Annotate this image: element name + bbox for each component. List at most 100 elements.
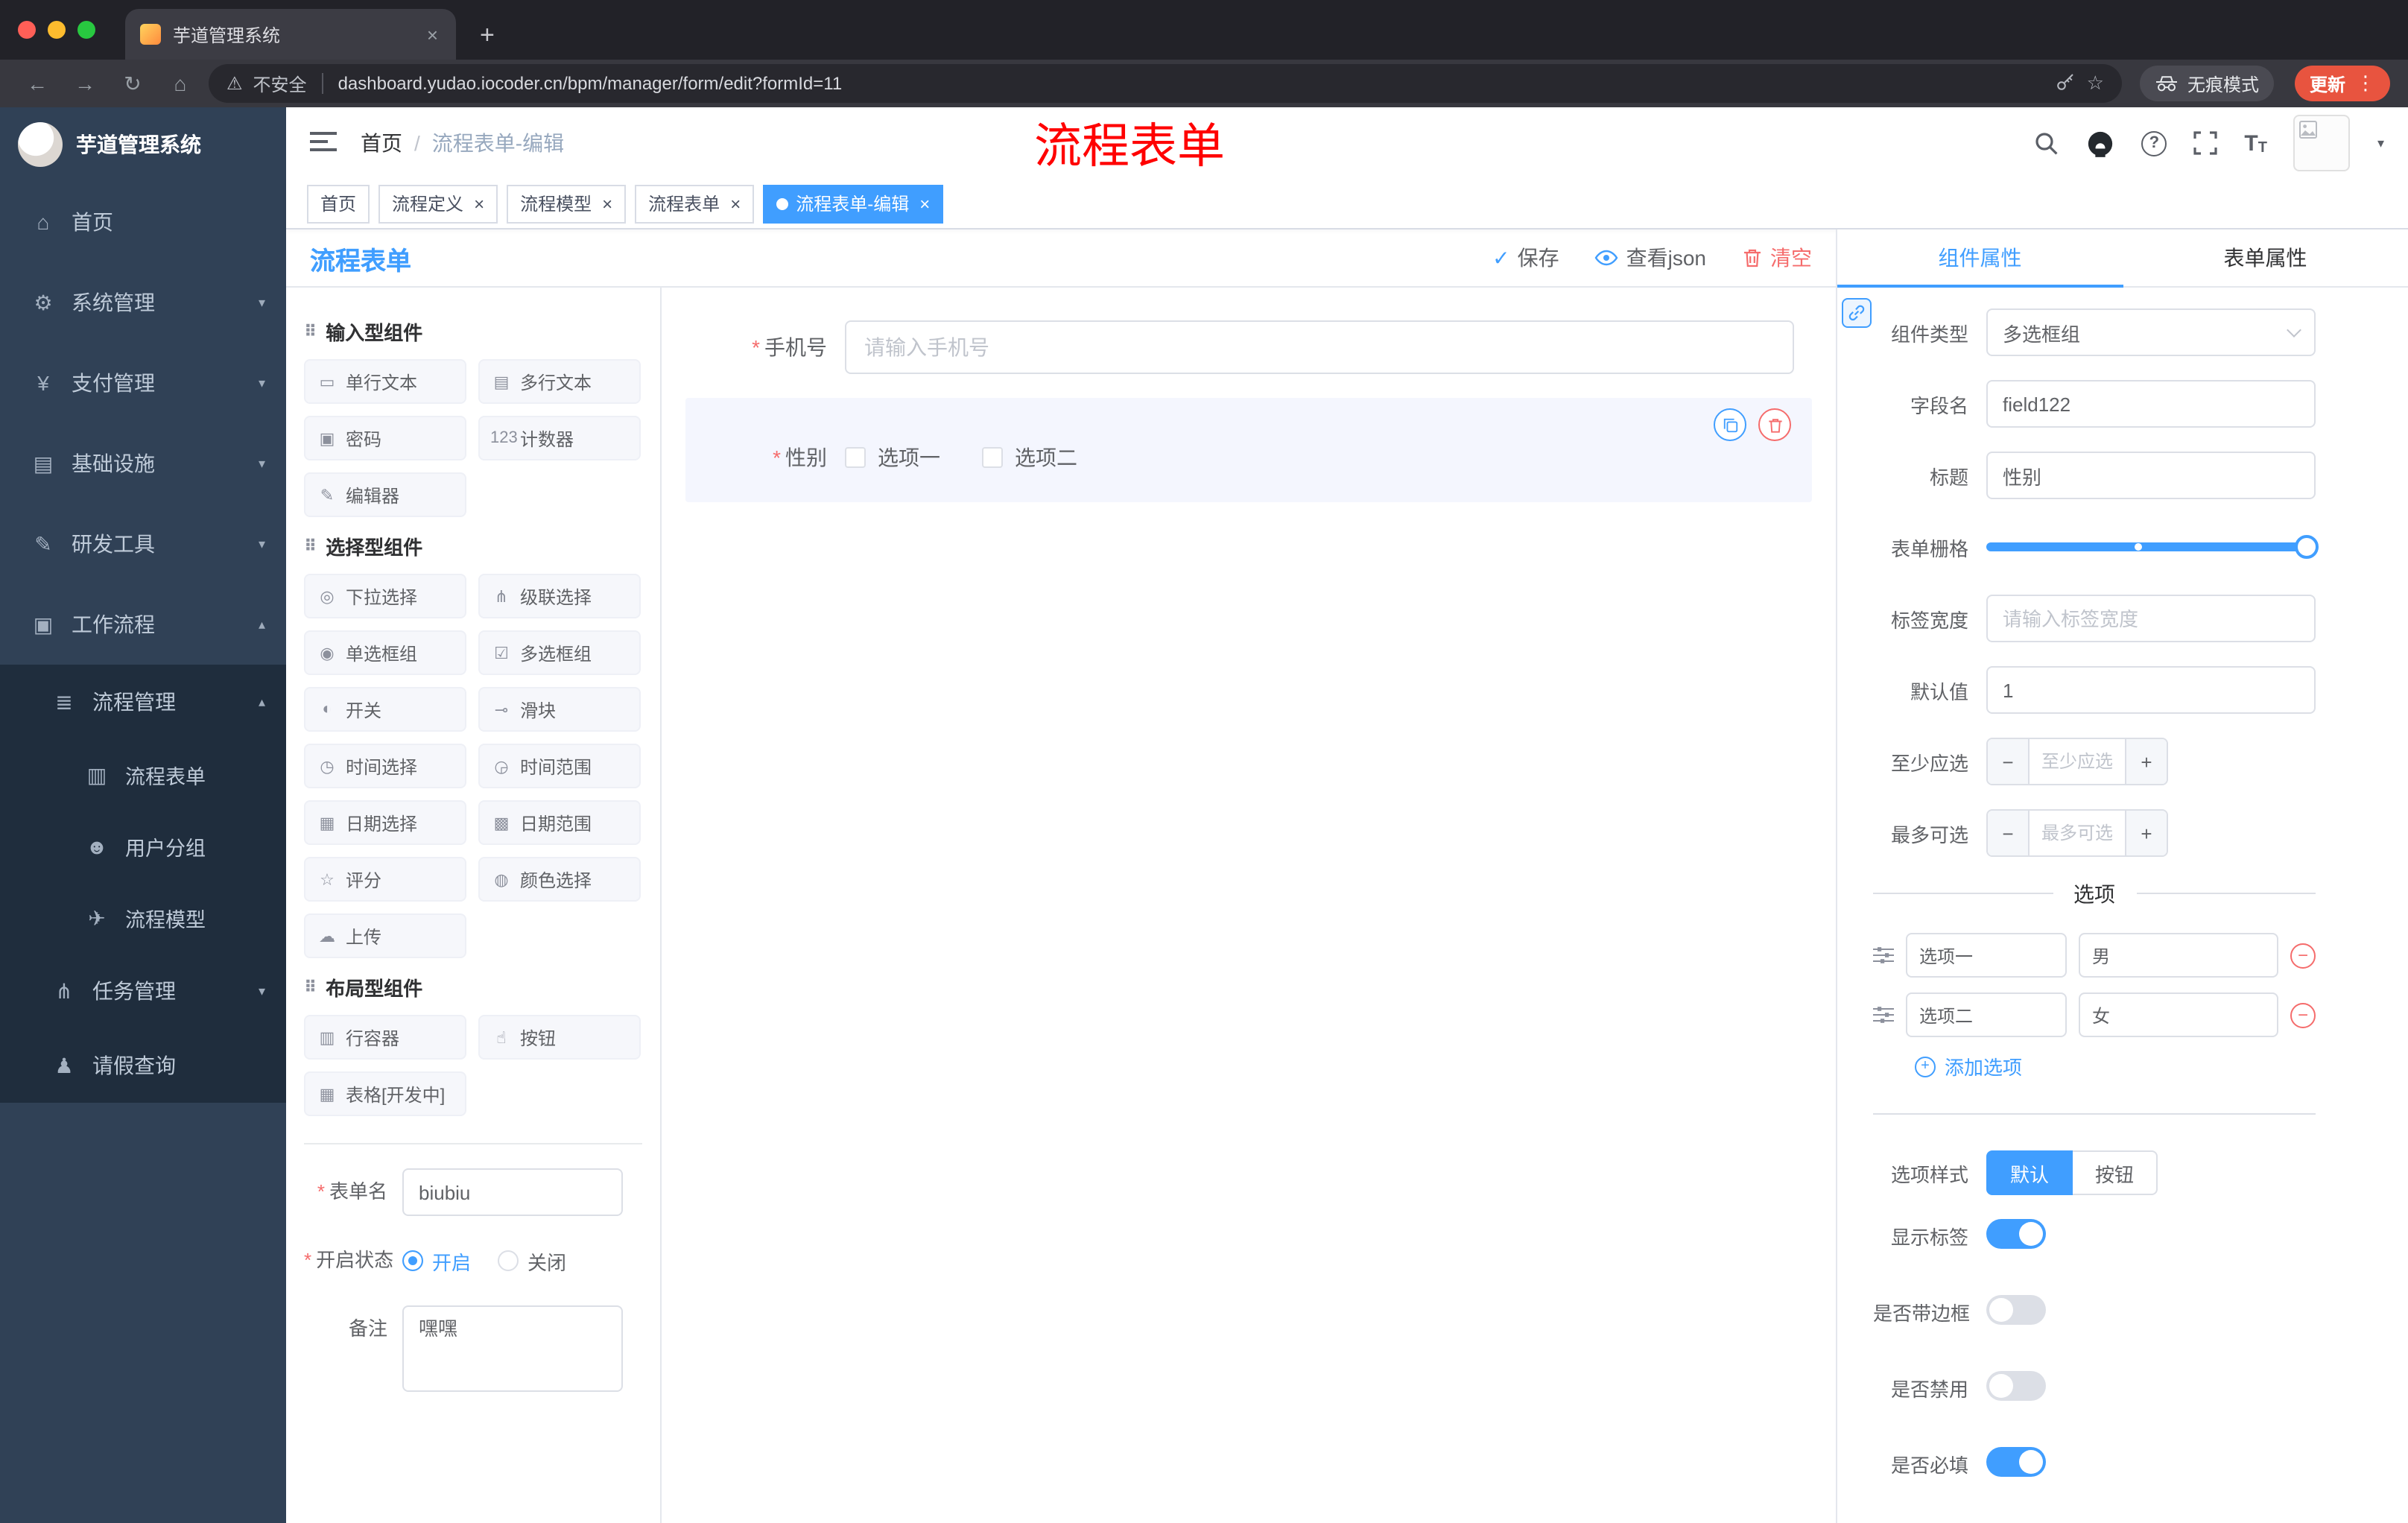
grid-slider[interactable] bbox=[1986, 523, 2319, 571]
increase-button[interactable]: + bbox=[2125, 739, 2167, 784]
password-key-icon[interactable] bbox=[2056, 71, 2076, 96]
sidebar-item[interactable]: ✎ 研发工具 ▾ bbox=[0, 504, 286, 584]
sidebar-item[interactable]: ▣ 工作流程 ▴ bbox=[0, 584, 286, 665]
update-browser-button[interactable]: 更新 ⋮ bbox=[2294, 66, 2390, 101]
zoom-window-button[interactable] bbox=[77, 21, 95, 39]
new-tab-button[interactable]: + bbox=[480, 21, 495, 51]
page-tab[interactable]: 首页 bbox=[307, 184, 370, 223]
palette-component[interactable]: ▩ 日期范围 bbox=[478, 800, 641, 845]
phone-input[interactable] bbox=[845, 320, 1794, 374]
page-tab[interactable]: 流程模型 × bbox=[507, 184, 627, 223]
page-tab[interactable]: 流程定义 × bbox=[378, 184, 498, 223]
tab-close-icon[interactable]: × bbox=[424, 23, 441, 45]
browser-menu-icon[interactable]: ⋮ bbox=[2356, 72, 2375, 95]
delete-field-button[interactable] bbox=[1758, 408, 1791, 441]
palette-component[interactable]: ▥ 行容器 bbox=[304, 1015, 466, 1060]
sidebar-item[interactable]: ✈ 流程模型 bbox=[0, 882, 286, 954]
min-select-input[interactable] bbox=[2030, 739, 2125, 784]
breadcrumb-root[interactable]: 首页 bbox=[361, 128, 402, 158]
palette-component[interactable]: ◍ 颜色选择 bbox=[478, 857, 641, 902]
remove-option-icon[interactable]: − bbox=[2290, 943, 2316, 968]
drag-handle-icon[interactable] bbox=[1873, 1006, 1894, 1024]
palette-component[interactable]: ◷ 时间选择 bbox=[304, 744, 466, 788]
github-icon[interactable] bbox=[2086, 129, 2114, 157]
reload-icon[interactable]: ↻ bbox=[113, 71, 152, 96]
sidebar-item[interactable]: ☻ 用户分组 bbox=[0, 811, 286, 882]
form-remark-textarea[interactable]: 嘿嘿 bbox=[402, 1305, 623, 1392]
option-value-input[interactable] bbox=[2079, 933, 2278, 978]
view-json-button[interactable]: 查看json bbox=[1595, 243, 1706, 273]
tab-close-icon[interactable]: × bbox=[727, 194, 741, 212]
increase-button[interactable]: + bbox=[2125, 811, 2167, 855]
palette-component[interactable]: ◶ 时间范围 bbox=[478, 744, 641, 788]
palette-component[interactable]: ▣ 密码 bbox=[304, 416, 466, 460]
bookmark-star-icon[interactable]: ☆ bbox=[2087, 72, 2104, 95]
option-label-input[interactable] bbox=[1906, 933, 2067, 978]
disabled-toggle[interactable] bbox=[1986, 1371, 2046, 1401]
sidebar-item[interactable]: ≣ 流程管理 ▴ bbox=[0, 665, 286, 739]
tab-close-icon[interactable]: × bbox=[916, 194, 930, 212]
palette-component[interactable]: ◎ 下拉选择 bbox=[304, 574, 466, 618]
option-value-input[interactable] bbox=[2079, 992, 2278, 1037]
minimize-window-button[interactable] bbox=[48, 21, 66, 39]
home-icon[interactable]: ⌂ bbox=[161, 72, 200, 95]
remove-option-icon[interactable]: − bbox=[2290, 1002, 2316, 1028]
form-name-input[interactable] bbox=[402, 1168, 623, 1216]
sidebar-item[interactable]: ▥ 流程表单 bbox=[0, 739, 286, 811]
hamburger-icon[interactable] bbox=[310, 130, 337, 156]
clear-button[interactable]: 清空 bbox=[1742, 243, 1812, 273]
page-tab[interactable]: 流程表单 × bbox=[635, 184, 755, 223]
browser-tab[interactable]: 芋道管理系统 × bbox=[125, 9, 456, 60]
sidebar-item[interactable]: ⚙ 系统管理 ▾ bbox=[0, 262, 286, 343]
checkbox-option[interactable]: 选项一 bbox=[845, 443, 940, 472]
sidebar-item[interactable]: ♟ 请假查询 bbox=[0, 1028, 286, 1103]
forward-icon[interactable]: → bbox=[66, 72, 104, 95]
sidebar-item[interactable]: ⋔ 任务管理 ▾ bbox=[0, 954, 286, 1028]
fullscreen-icon[interactable] bbox=[2193, 131, 2217, 155]
tab-form-props[interactable]: 表单属性 bbox=[2123, 229, 2408, 286]
back-icon[interactable]: ← bbox=[18, 72, 57, 95]
show-label-toggle[interactable] bbox=[1986, 1219, 2046, 1249]
form-field-gender[interactable]: 性别 选项一 bbox=[685, 398, 1812, 502]
palette-component[interactable]: ▤ 多行文本 bbox=[478, 359, 641, 404]
form-field-phone[interactable]: 手机号 bbox=[685, 317, 1812, 377]
required-toggle[interactable] bbox=[1986, 1447, 2046, 1477]
option-label-input[interactable] bbox=[1906, 992, 2067, 1037]
decrease-button[interactable]: − bbox=[1988, 811, 2030, 855]
title-input[interactable] bbox=[1986, 452, 2316, 499]
link-icon[interactable] bbox=[1842, 298, 1872, 328]
palette-component[interactable]: ☑ 多选框组 bbox=[478, 630, 641, 675]
palette-component[interactable]: ☝ 按钮 bbox=[478, 1015, 641, 1060]
sidebar-item[interactable]: ¥ 支付管理 ▾ bbox=[0, 343, 286, 423]
palette-component[interactable]: ⋔ 级联选择 bbox=[478, 574, 641, 618]
save-button[interactable]: ✓ 保存 bbox=[1492, 243, 1559, 273]
palette-component[interactable]: 123 计数器 bbox=[478, 416, 641, 460]
palette-component[interactable]: ▦ 表格[开发中] bbox=[304, 1071, 466, 1116]
palette-component[interactable]: ☁ 上传 bbox=[304, 914, 466, 958]
checkbox-option[interactable]: 选项二 bbox=[982, 443, 1077, 472]
palette-component[interactable]: ▦ 日期选择 bbox=[304, 800, 466, 845]
component-type-select[interactable]: 多选框组 bbox=[1986, 308, 2316, 356]
palette-component[interactable]: ✎ 编辑器 bbox=[304, 472, 466, 517]
palette-component[interactable]: ▭ 单行文本 bbox=[304, 359, 466, 404]
label-width-input[interactable] bbox=[1986, 595, 2316, 642]
address-bar[interactable]: ⚠ 不安全 dashboard.yudao.iocoder.cn/bpm/man… bbox=[209, 64, 2122, 103]
max-select-input[interactable] bbox=[2030, 811, 2125, 855]
tab-component-props[interactable]: 组件属性 bbox=[1837, 229, 2123, 288]
sidebar-item[interactable]: ▤ 基础设施 ▾ bbox=[0, 423, 286, 504]
avatar-caret-icon[interactable]: ▾ bbox=[2377, 135, 2384, 151]
palette-component[interactable]: ☆ 评分 bbox=[304, 857, 466, 902]
add-option-button[interactable]: + 添加选项 bbox=[1915, 1052, 2316, 1080]
search-icon[interactable] bbox=[2034, 130, 2059, 156]
copy-field-button[interactable] bbox=[1714, 408, 1746, 441]
palette-component[interactable]: ◉ 单选框组 bbox=[304, 630, 466, 675]
option-style-default-button[interactable]: 默认 bbox=[1986, 1150, 2073, 1195]
status-off-radio[interactable]: 关闭 bbox=[498, 1247, 566, 1275]
palette-component[interactable]: ⊸ 滑块 bbox=[478, 687, 641, 732]
user-avatar[interactable] bbox=[2293, 115, 2351, 171]
help-icon[interactable]: ? bbox=[2141, 130, 2167, 156]
drag-handle-icon[interactable] bbox=[1873, 946, 1894, 964]
tab-close-icon[interactable]: × bbox=[599, 194, 612, 212]
close-window-button[interactable] bbox=[18, 21, 36, 39]
sidebar-item[interactable]: ⌂ 首页 bbox=[0, 182, 286, 262]
